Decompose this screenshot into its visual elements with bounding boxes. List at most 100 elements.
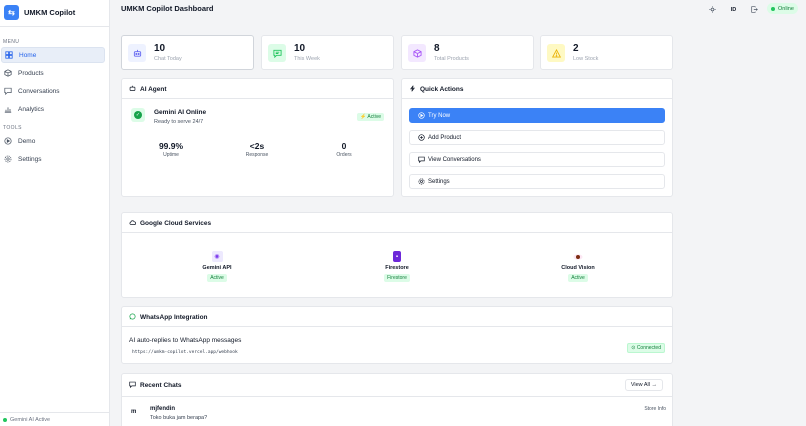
settings-button[interactable]: Settings bbox=[409, 174, 665, 189]
stat-card-chat-today[interactable]: 10 Chat Today bbox=[121, 35, 254, 70]
view-all-button[interactable]: View All → bbox=[624, 379, 663, 391]
card-title: Quick Actions bbox=[409, 85, 463, 93]
service-badge: Firestore bbox=[384, 274, 410, 282]
chat-icon bbox=[268, 44, 286, 62]
ai-active-badge: ⚡ Active bbox=[357, 113, 384, 121]
divider bbox=[122, 232, 672, 233]
logout-icon[interactable] bbox=[750, 5, 759, 14]
play-icon bbox=[3, 137, 12, 146]
metric-orders: 0 Orders bbox=[314, 141, 374, 158]
play-icon bbox=[418, 112, 425, 119]
chat-icon bbox=[129, 381, 137, 389]
chat-tag: Store Info bbox=[644, 406, 666, 412]
service-badge: Active bbox=[568, 274, 588, 282]
google-cloud-card: Google Cloud Services ◉ Gemini API Activ… bbox=[121, 212, 673, 298]
button-label: View Conversations bbox=[428, 156, 481, 163]
cloud-icon bbox=[129, 219, 137, 227]
try-now-button[interactable]: Try Now bbox=[409, 108, 665, 123]
card-title: AI Agent bbox=[129, 85, 166, 93]
ai-agent-card: AI Agent ✓ Gemini AI Online Ready to ser… bbox=[121, 78, 394, 197]
chat-icon bbox=[3, 87, 12, 96]
sidebar-footer-status: Gemini AI Active bbox=[0, 412, 110, 426]
robot-icon: ◉ bbox=[211, 251, 223, 262]
brand[interactable]: ⇆ UMKM Copilot bbox=[0, 0, 109, 24]
recent-chats-card: Recent Chats View All → m mjfendin Toko … bbox=[121, 373, 673, 426]
card-title-text: Google Cloud Services bbox=[140, 219, 212, 227]
card-title-text: WhatsApp Integration bbox=[140, 313, 208, 321]
button-label: Add Product bbox=[428, 134, 462, 141]
brand-name: UMKM Copilot bbox=[24, 7, 76, 17]
chat-username[interactable]: mjfendin bbox=[150, 406, 175, 412]
tools-section-label: TOOLS bbox=[3, 125, 22, 131]
connected-text: Connected bbox=[636, 345, 661, 351]
service-firestore: ▪ Firestore Firestore bbox=[357, 251, 437, 282]
theme-toggle-icon[interactable] bbox=[708, 5, 717, 14]
metric-label: Uptime bbox=[163, 152, 179, 158]
divider bbox=[122, 326, 672, 327]
stat-card-low-stock[interactable]: 2 Low Stock bbox=[540, 35, 673, 70]
card-title-text: Quick Actions bbox=[420, 85, 464, 93]
stat-label: Chat Today bbox=[154, 56, 182, 62]
divider bbox=[0, 26, 109, 27]
ai-agent-name: Gemini AI Online bbox=[154, 109, 207, 116]
chat-message[interactable]: Toko buka jam berapa? bbox=[150, 415, 207, 421]
chat-icon bbox=[418, 156, 425, 163]
whatsapp-integration-card: WhatsApp Integration AI auto-replies to … bbox=[121, 306, 673, 364]
view-conversations-button[interactable]: View Conversations bbox=[409, 152, 665, 167]
sidebar-item-settings[interactable]: Settings bbox=[1, 151, 105, 167]
stat-value: 10 bbox=[294, 43, 306, 54]
card-title-text: AI Agent bbox=[140, 85, 167, 93]
footer-status-text: Gemini AI Active bbox=[10, 416, 51, 423]
button-label: Settings bbox=[428, 178, 450, 185]
whatsapp-icon bbox=[129, 313, 137, 321]
metric-response: <2s Response bbox=[227, 141, 287, 158]
card-title: Google Cloud Services bbox=[129, 219, 211, 227]
brand-logo-icon: ⇆ bbox=[4, 4, 19, 20]
sidebar-item-products[interactable]: Products bbox=[1, 65, 105, 81]
add-product-button[interactable]: Add Product bbox=[409, 130, 665, 145]
webhook-url: https://umkm-copilot.vercel.app/webhook bbox=[132, 350, 238, 355]
stat-card-this-week[interactable]: 10 This Week bbox=[261, 35, 394, 70]
sidebar-item-label: Conversations bbox=[18, 87, 60, 95]
lightning-icon bbox=[409, 85, 417, 93]
divider bbox=[122, 98, 393, 99]
gear-icon bbox=[418, 178, 425, 185]
card-title: Recent Chats bbox=[129, 381, 182, 389]
metric-label: Orders bbox=[336, 152, 352, 158]
service-cloud-vision: Cloud Vision Active bbox=[538, 251, 618, 282]
robot-icon bbox=[129, 85, 137, 93]
metric-value: 0 bbox=[341, 141, 347, 151]
sidebar-item-label: Home bbox=[19, 51, 37, 59]
card-title-text: Recent Chats bbox=[140, 381, 182, 389]
sidebar-item-label: Demo bbox=[18, 137, 36, 145]
sidebar: ⇆ UMKM Copilot MENU Home Products Conver… bbox=[0, 0, 110, 426]
metric-uptime: 99.9% Uptime bbox=[141, 141, 201, 158]
warning-icon bbox=[547, 44, 565, 62]
home-icon bbox=[4, 51, 13, 60]
service-badge: Active bbox=[207, 274, 227, 282]
stat-value: 2 bbox=[573, 43, 579, 54]
menu-section-label: MENU bbox=[3, 39, 20, 45]
bar-chart-icon bbox=[3, 105, 12, 114]
stat-value: 8 bbox=[434, 43, 440, 54]
online-dot-icon bbox=[771, 6, 775, 11]
sidebar-item-conversations[interactable]: Conversations bbox=[1, 83, 105, 99]
card-title: WhatsApp Integration bbox=[129, 313, 208, 321]
language-toggle[interactable]: ID bbox=[729, 5, 738, 14]
sidebar-item-analytics[interactable]: Analytics bbox=[1, 101, 105, 117]
top-header: UMKM Copilot Dashboard ID Online bbox=[110, 0, 806, 19]
plus-icon bbox=[418, 134, 425, 141]
status-dot-icon bbox=[3, 417, 7, 422]
service-name: Gemini API bbox=[202, 265, 232, 271]
sidebar-item-label: Products bbox=[18, 69, 44, 77]
sidebar-item-home[interactable]: Home bbox=[1, 47, 105, 63]
service-name: Firestore bbox=[385, 265, 409, 271]
sidebar-item-demo[interactable]: Demo bbox=[1, 133, 105, 149]
avatar: m bbox=[131, 409, 137, 415]
stat-card-total-products[interactable]: 8 Total Products bbox=[401, 35, 534, 70]
sidebar-item-label: Analytics bbox=[18, 105, 45, 113]
robot-icon bbox=[128, 44, 146, 62]
service-name: Cloud Vision bbox=[561, 265, 595, 271]
gear-icon bbox=[3, 155, 12, 164]
stat-label: Total Products bbox=[434, 56, 469, 62]
